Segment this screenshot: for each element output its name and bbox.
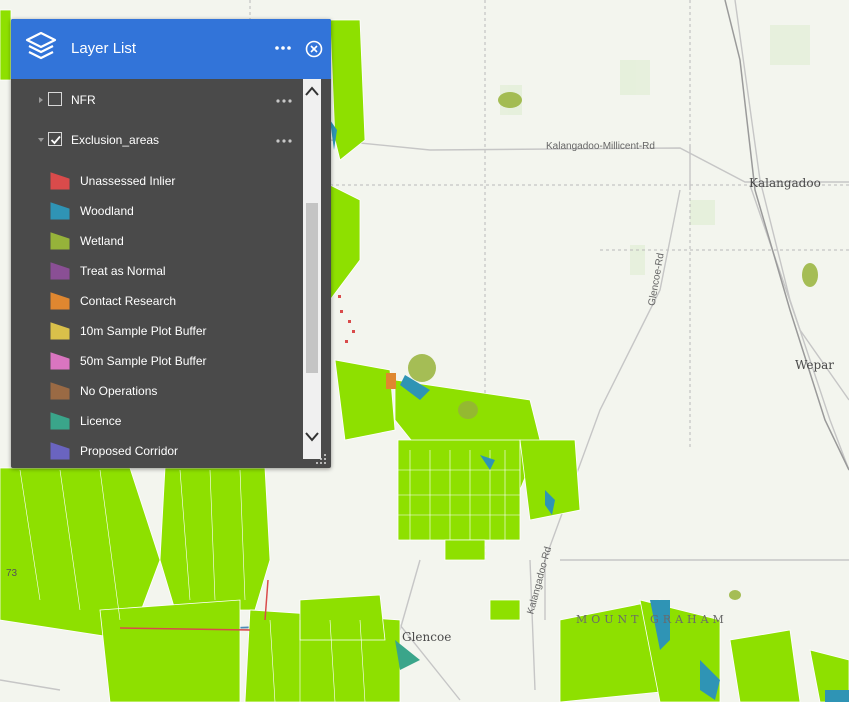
panel-title: Layer List: [71, 40, 137, 57]
legend-item: Unassessed Inlier: [11, 166, 301, 196]
legend-swatch: [50, 262, 70, 280]
legend-swatch: [50, 412, 70, 430]
legend-swatch: [50, 172, 70, 190]
legend-swatch: [50, 292, 70, 310]
legend-swatch: [50, 352, 70, 370]
place-label-kalangadoo: Kalangadoo: [749, 176, 821, 190]
layer-row-exclusion-areas[interactable]: Exclusion_areas: [11, 126, 301, 156]
legend-item: No Operations: [11, 376, 301, 406]
scrollbar-thumb[interactable]: [306, 203, 318, 373]
legend-label: Contact Research: [80, 294, 177, 308]
legend-item: Treat as Normal: [11, 256, 301, 286]
layers-icon: [25, 31, 57, 60]
legend-item: 50m Sample Plot Buffer: [11, 346, 301, 376]
legend-swatch: [50, 202, 70, 220]
legend-swatch: [50, 232, 70, 250]
checkmark-icon: [50, 135, 61, 145]
chevron-down-icon[interactable]: [37, 136, 45, 144]
layer-checkbox-nfr[interactable]: [48, 92, 62, 106]
layer-checkbox-exclusion-areas[interactable]: [48, 132, 62, 146]
legend-label: Licence: [80, 414, 122, 428]
legend-label: 50m Sample Plot Buffer: [80, 354, 207, 368]
layer-row-nfr[interactable]: NFR: [11, 86, 301, 116]
legend-item: Licence: [11, 406, 301, 436]
legend-item: Contact Research: [11, 286, 301, 316]
place-label-wepar: Wepar: [795, 358, 835, 372]
panel-body: NFR Exclusion_areas Unassessed Inlier Woo…: [11, 79, 331, 468]
legend-item: Proposed Corridor: [11, 436, 301, 466]
scrollbar[interactable]: [303, 79, 321, 459]
legend-swatch: [50, 382, 70, 400]
legend-label: Wetland: [80, 234, 124, 248]
legend-label: Unassessed Inlier: [80, 174, 176, 188]
more-horizontal-icon[interactable]: [275, 138, 293, 144]
legend-item: Woodland: [11, 196, 301, 226]
legend-item: Wetland: [11, 226, 301, 256]
legend-swatch: [50, 322, 70, 340]
resize-handle-icon[interactable]: [315, 453, 327, 465]
more-horizontal-icon[interactable]: [274, 44, 292, 52]
legend-item: 10m Sample Plot Buffer: [11, 316, 301, 346]
chevron-down-icon[interactable]: [303, 425, 321, 449]
legend-label: 10m Sample Plot Buffer: [80, 324, 207, 338]
region-label-mount-graham: MOUNT GRAHAM: [576, 613, 728, 626]
layer-label: NFR: [71, 93, 96, 107]
layer-list-panel: Layer List NFR Exclusion_areas Unassesse…: [11, 19, 331, 468]
more-horizontal-icon[interactable]: [275, 98, 293, 104]
close-circle-icon[interactable]: [305, 40, 323, 58]
legend-label: Treat as Normal: [80, 264, 166, 278]
road-label-kalangadoo-millicent: Kalangadoo-Millicent-Rd: [546, 141, 655, 152]
route-number-73: 73: [6, 568, 18, 579]
layer-label: Exclusion_areas: [71, 133, 160, 147]
chevron-up-icon[interactable]: [303, 79, 321, 103]
place-label-glencoe: Glencoe: [402, 630, 452, 644]
chevron-right-icon[interactable]: [37, 96, 45, 104]
legend-label: Woodland: [80, 204, 134, 218]
legend-label: Proposed Corridor: [80, 444, 179, 458]
legend-swatch: [50, 442, 70, 460]
legend-label: No Operations: [80, 384, 158, 398]
panel-header[interactable]: Layer List: [11, 19, 331, 79]
